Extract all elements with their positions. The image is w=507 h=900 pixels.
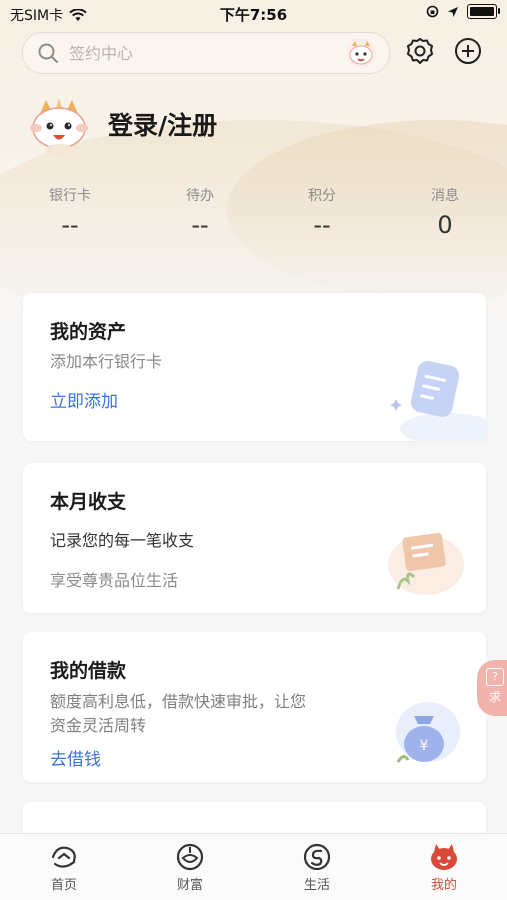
add-icon[interactable] bbox=[453, 36, 483, 66]
search-icon bbox=[38, 43, 58, 63]
borrow-money-link[interactable]: 去借钱 bbox=[50, 745, 101, 770]
stat-value: -- bbox=[313, 211, 331, 239]
tab-bar: 首页 财富 生活 我的 bbox=[0, 833, 507, 900]
floating-label: 求 bbox=[488, 690, 501, 704]
stats-row: 银行卡 -- 待办 -- 积分 -- 消息 0 bbox=[0, 185, 507, 245]
stat-points[interactable]: 积分 -- bbox=[277, 185, 367, 239]
card-subtitle: 添加本行银行卡 bbox=[50, 352, 163, 371]
battery-icon bbox=[467, 4, 500, 19]
tab-home[interactable]: 首页 bbox=[24, 842, 104, 893]
search-bar[interactable] bbox=[22, 32, 390, 74]
location-icon bbox=[448, 6, 458, 17]
tab-life[interactable]: 生活 bbox=[277, 842, 357, 893]
card-title: 本月收支 bbox=[50, 491, 127, 513]
mascot-icon bbox=[431, 844, 457, 870]
status-bar: 无SIM卡 下午7:56 bbox=[0, 0, 507, 28]
card-line-2: 享受尊贵品位生活 bbox=[50, 571, 179, 590]
search-input[interactable] bbox=[67, 42, 331, 64]
card-line-1: 记录您的每一笔收支 bbox=[50, 531, 195, 550]
tab-label: 生活 bbox=[303, 878, 330, 893]
stat-value: -- bbox=[191, 211, 209, 239]
tab-wealth[interactable]: 财富 bbox=[150, 842, 230, 893]
tab-label: 首页 bbox=[50, 878, 77, 893]
wealth-icon bbox=[176, 843, 204, 871]
stat-messages[interactable]: 消息 0 bbox=[400, 185, 490, 239]
question-icon: ? bbox=[486, 668, 504, 686]
stat-todo[interactable]: 待办 -- bbox=[155, 185, 245, 239]
login-register-link[interactable]: 登录/注册 bbox=[108, 106, 217, 142]
life-icon bbox=[303, 843, 331, 871]
stat-label: 消息 bbox=[431, 188, 459, 204]
svg-text:¥: ¥ bbox=[420, 738, 429, 754]
stat-label: 待办 bbox=[186, 188, 214, 204]
stat-label: 银行卡 bbox=[49, 188, 91, 204]
settings-icon[interactable] bbox=[405, 36, 435, 66]
floating-help-button[interactable]: ? 求 bbox=[477, 660, 507, 716]
tab-label: 我的 bbox=[430, 878, 457, 893]
card-my-loans[interactable]: 我的借款 额度高利息低，借款快速审批，让您 资金灵活周转 去借钱 ¥ bbox=[23, 632, 486, 782]
document-illustration-icon bbox=[390, 361, 486, 441]
tab-label: 财富 bbox=[176, 878, 203, 893]
money-bag-illustration-icon: ¥ bbox=[396, 702, 460, 763]
card-line-2: 资金灵活周转 bbox=[50, 716, 147, 735]
stat-bank-card[interactable]: 银行卡 -- bbox=[25, 185, 115, 239]
stat-value: 0 bbox=[437, 211, 453, 239]
profile-avatar[interactable] bbox=[26, 94, 92, 160]
stat-value: -- bbox=[61, 211, 79, 239]
home-icon bbox=[51, 846, 76, 868]
card-monthly-income-expense[interactable]: 本月收支 记录您的每一笔收支 享受尊贵品位生活 bbox=[23, 463, 486, 613]
stat-label: 积分 bbox=[308, 188, 336, 204]
rotation-lock-icon bbox=[426, 5, 439, 18]
bill-illustration-icon bbox=[388, 532, 464, 595]
card-title: 我的资产 bbox=[50, 321, 127, 343]
add-now-link[interactable]: 立即添加 bbox=[50, 387, 118, 412]
card-line-1: 额度高利息低，借款快速审批，让您 bbox=[50, 692, 307, 711]
card-my-assets[interactable]: 我的资产 添加本行银行卡 立即添加 bbox=[23, 293, 486, 441]
dragon-mascot-icon[interactable] bbox=[345, 37, 377, 69]
tab-mine[interactable]: 我的 bbox=[404, 842, 484, 893]
card-title: 我的借款 bbox=[50, 660, 127, 682]
